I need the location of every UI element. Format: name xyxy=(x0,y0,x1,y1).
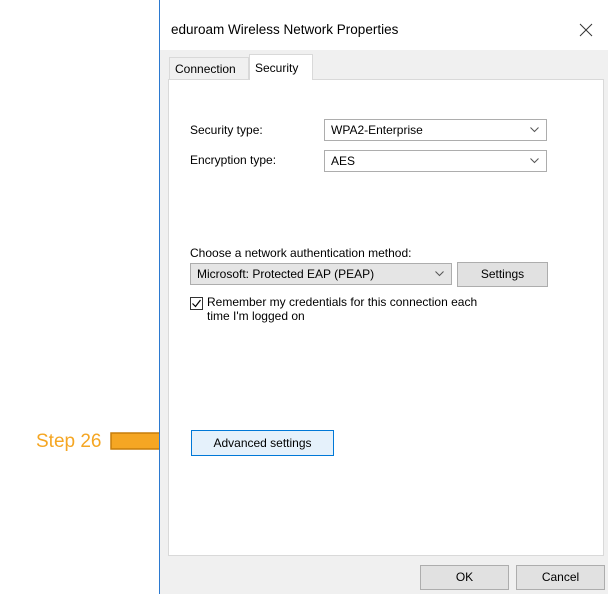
cancel-button[interactable]: Cancel xyxy=(516,565,605,590)
encryption-type-label: Encryption type: xyxy=(190,153,277,167)
title-bar: eduroam Wireless Network Properties xyxy=(160,0,608,50)
encryption-type-value: AES xyxy=(331,154,356,168)
security-type-label: Security type: xyxy=(190,123,263,137)
auth-method-value: Microsoft: Protected EAP (PEAP) xyxy=(197,267,375,281)
properties-dialog: eduroam Wireless Network Properties Conn… xyxy=(159,0,608,594)
step-label: Step 26 xyxy=(36,431,102,452)
settings-button[interactable]: Settings xyxy=(457,262,548,287)
tab-connection[interactable]: Connection xyxy=(169,57,249,79)
checkmark-icon xyxy=(192,299,201,308)
auth-method-label: Choose a network authentication method: xyxy=(190,246,412,260)
security-type-select[interactable]: WPA2-Enterprise xyxy=(324,119,547,141)
close-button[interactable] xyxy=(563,14,608,46)
remember-credentials-checkbox[interactable] xyxy=(190,297,203,310)
encryption-type-select[interactable]: AES xyxy=(324,150,547,172)
security-type-value: WPA2-Enterprise xyxy=(331,123,423,137)
remember-credentials-line1: Remember my credentials for this connect… xyxy=(207,295,478,309)
close-icon xyxy=(579,23,593,37)
ok-button[interactable]: OK xyxy=(420,565,509,590)
auth-method-select[interactable]: Microsoft: Protected EAP (PEAP) xyxy=(190,263,452,285)
remember-credentials-label: Remember my credentials for this connect… xyxy=(207,295,477,323)
chevron-down-icon xyxy=(530,127,539,133)
advanced-settings-button[interactable]: Advanced settings xyxy=(191,430,334,456)
tab-security[interactable]: Security xyxy=(249,54,313,80)
remember-credentials-line2: time I'm logged on xyxy=(207,309,305,323)
chevron-down-icon xyxy=(530,158,539,164)
window-title: eduroam Wireless Network Properties xyxy=(171,22,399,37)
security-tab-panel: Security type: WPA2-Enterprise Encryptio… xyxy=(168,79,604,556)
chevron-down-icon xyxy=(435,271,444,277)
